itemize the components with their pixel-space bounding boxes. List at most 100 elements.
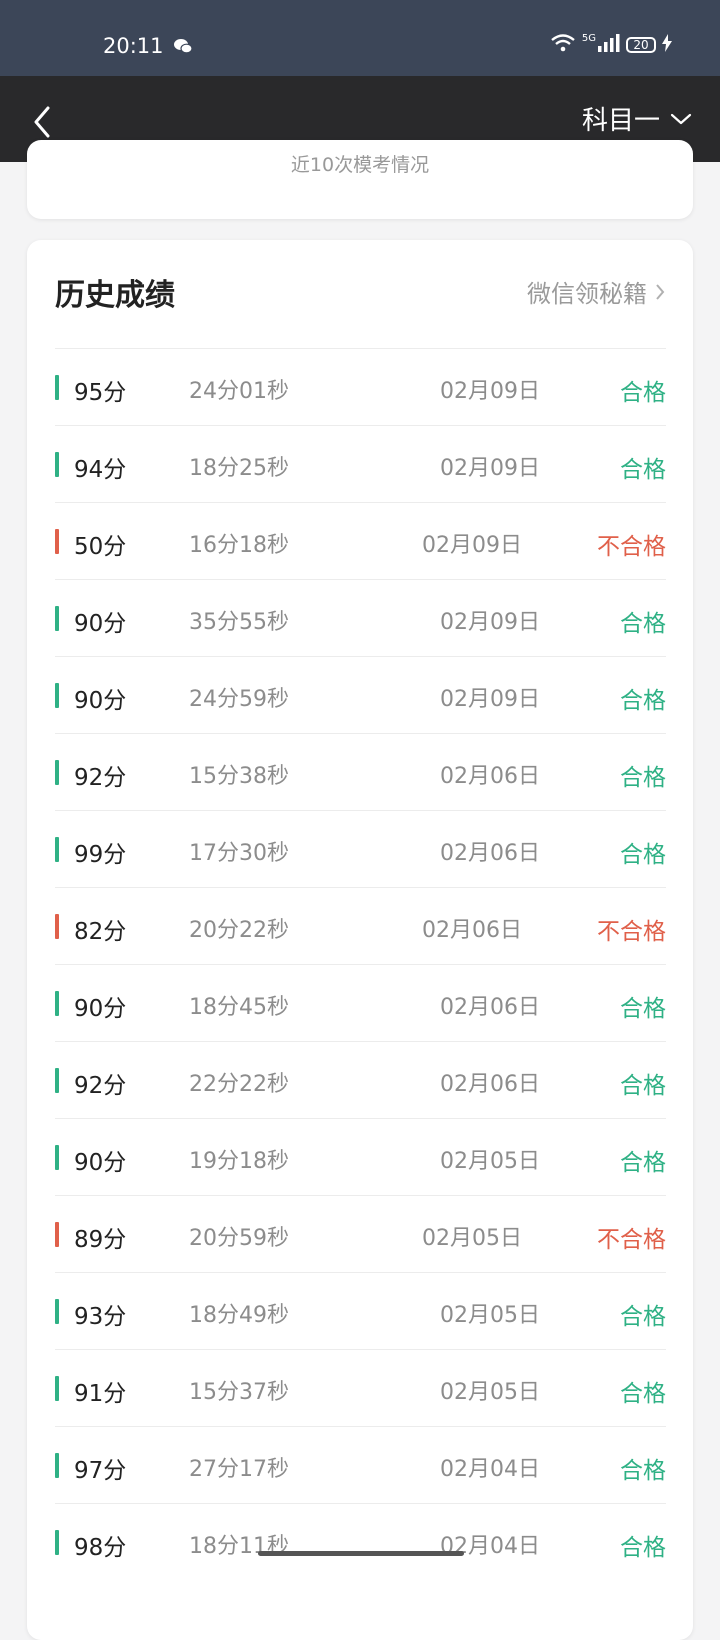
row-duration: 18分45秒: [189, 995, 289, 1020]
pass-indicator: [55, 606, 59, 631]
history-row[interactable]: 95分 24分01秒 02月09日 合格: [55, 348, 666, 425]
row-result: 不合格: [597, 919, 666, 945]
history-row[interactable]: 91分 15分37秒 02月05日 合格: [55, 1349, 666, 1426]
row-duration: 18分25秒: [189, 456, 289, 481]
row-date: 02月05日: [440, 1149, 540, 1174]
row-result: 合格: [620, 1304, 666, 1330]
row-duration: 20分22秒: [189, 918, 289, 943]
row-date: 02月09日: [422, 533, 522, 558]
row-date: 02月05日: [440, 1303, 540, 1328]
pass-indicator: [55, 837, 59, 862]
history-row[interactable]: 92分 22分22秒 02月06日 合格: [55, 1041, 666, 1118]
back-arrow-icon: [34, 106, 50, 138]
history-row[interactable]: 92分 15分38秒 02月06日 合格: [55, 733, 666, 810]
row-score: 95分: [74, 380, 127, 406]
pass-indicator: [55, 452, 59, 477]
row-result: 合格: [620, 1381, 666, 1407]
row-date: 02月05日: [422, 1226, 522, 1251]
row-result: 合格: [620, 1535, 666, 1561]
history-row[interactable]: 94分 18分25秒 02月09日 合格: [55, 425, 666, 502]
history-row[interactable]: 90分 18分45秒 02月06日 合格: [55, 964, 666, 1041]
pass-indicator: [55, 1530, 59, 1555]
charging-icon: [662, 34, 672, 56]
row-duration: 20分59秒: [189, 1226, 289, 1251]
history-row[interactable]: 93分 18分49秒 02月05日 合格: [55, 1272, 666, 1349]
row-date: 02月04日: [440, 1457, 540, 1482]
row-score: 91分: [74, 1381, 127, 1407]
row-result: 合格: [620, 457, 666, 483]
pass-indicator: [55, 683, 59, 708]
status-time: 20:11: [103, 34, 164, 58]
row-result: 合格: [620, 1458, 666, 1484]
row-date: 02月09日: [440, 687, 540, 712]
row-duration: 15分38秒: [189, 764, 289, 789]
history-row[interactable]: 50分 16分18秒 02月09日 不合格: [55, 502, 666, 579]
row-date: 02月09日: [440, 456, 540, 481]
row-date: 02月09日: [440, 610, 540, 635]
row-duration: 15分37秒: [189, 1380, 289, 1405]
row-duration: 16分18秒: [189, 533, 289, 558]
network-type: 5G: [581, 32, 596, 44]
fail-indicator: [55, 1222, 59, 1247]
row-result: 合格: [620, 842, 666, 868]
row-duration: 17分30秒: [189, 841, 289, 866]
pass-indicator: [55, 1376, 59, 1401]
row-result: 合格: [620, 611, 666, 637]
chevron-down-icon: [670, 113, 692, 124]
row-date: 02月05日: [440, 1380, 540, 1405]
row-result: 合格: [620, 1150, 666, 1176]
row-score: 97分: [74, 1458, 127, 1484]
row-duration: 24分59秒: [189, 687, 289, 712]
pass-indicator: [55, 1145, 59, 1170]
row-date: 02月06日: [440, 841, 540, 866]
pass-indicator: [55, 760, 59, 785]
row-score: 90分: [74, 688, 127, 714]
signal-icon: [598, 34, 620, 56]
row-date: 02月06日: [440, 995, 540, 1020]
row-result: 不合格: [597, 534, 666, 560]
home-indicator[interactable]: [258, 1551, 464, 1556]
row-score: 92分: [74, 765, 127, 791]
row-score: 82分: [74, 919, 127, 945]
row-score: 90分: [74, 611, 127, 637]
history-card: 历史成绩 微信领秘籍 95分 24分01秒 02月09日 合格 94分 18分25秒 02月…: [27, 240, 693, 1640]
row-result: 合格: [620, 688, 666, 714]
pass-indicator: [55, 1299, 59, 1324]
pass-indicator: [55, 991, 59, 1016]
battery-icon: 20: [626, 37, 656, 53]
wechat-secret-link[interactable]: 微信领秘籍: [527, 274, 665, 309]
row-duration: 27分17秒: [189, 1457, 289, 1482]
row-result: 合格: [620, 1073, 666, 1099]
history-row[interactable]: 97分 27分17秒 02月04日 合格: [55, 1426, 666, 1503]
previous-stats-card: 近10次模考情况: [27, 140, 693, 219]
history-row[interactable]: 90分 35分55秒 02月09日 合格: [55, 579, 666, 656]
row-result: 不合格: [597, 1227, 666, 1253]
history-list: 95分 24分01秒 02月09日 合格 94分 18分25秒 02月09日 合格 50分 16分…: [55, 348, 666, 1580]
status-bar: 20:11 5G 20: [0, 0, 720, 76]
row-result: 合格: [620, 765, 666, 791]
row-result: 合格: [620, 996, 666, 1022]
wechat-icon: [173, 38, 193, 58]
subject-select[interactable]: 科目一: [582, 100, 692, 137]
row-duration: 24分01秒: [189, 379, 289, 404]
fail-indicator: [55, 914, 59, 939]
row-duration: 22分22秒: [189, 1072, 289, 1097]
row-date: 02月06日: [422, 918, 522, 943]
history-title: 历史成绩: [55, 278, 175, 313]
row-date: 02月06日: [440, 764, 540, 789]
history-row[interactable]: 99分 17分30秒 02月06日 合格: [55, 810, 666, 887]
row-score: 90分: [74, 996, 127, 1022]
row-score: 99分: [74, 842, 127, 868]
row-duration: 35分55秒: [189, 610, 289, 635]
history-header: 历史成绩 微信领秘籍: [55, 270, 665, 320]
history-row[interactable]: 90分 24分59秒 02月09日 合格: [55, 656, 666, 733]
row-date: 02月06日: [440, 1072, 540, 1097]
history-row[interactable]: 89分 20分59秒 02月05日 不合格: [55, 1195, 666, 1272]
wechat-secret-label: 微信领秘籍: [527, 280, 647, 308]
history-row[interactable]: 82分 20分22秒 02月06日 不合格: [55, 887, 666, 964]
row-duration: 18分49秒: [189, 1303, 289, 1328]
back-button[interactable]: [22, 96, 68, 142]
row-score: 93分: [74, 1304, 127, 1330]
history-row[interactable]: 98分 18分11秒 02月04日 合格: [55, 1503, 666, 1580]
history-row[interactable]: 90分 19分18秒 02月05日 合格: [55, 1118, 666, 1195]
